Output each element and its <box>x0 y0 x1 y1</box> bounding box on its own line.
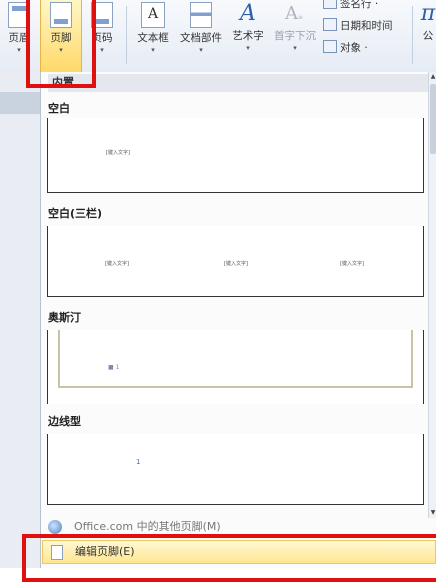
section-header-builtin: 内置 <box>48 74 432 92</box>
scroll-thumb[interactable] <box>430 84 436 154</box>
edit-footer-label: 编辑页脚(E) <box>75 545 135 558</box>
header-label: 页眉 <box>8 32 30 44</box>
date-time-button[interactable]: 日期和时间 <box>323 18 393 33</box>
template-name-austin: 奥斯汀 <box>48 311 81 324</box>
footer-icon <box>50 2 72 28</box>
page-number-text: 1 <box>136 458 141 466</box>
object-icon <box>323 40 337 53</box>
drop-cap-label: 首字下沉 <box>274 30 316 42</box>
drop-cap-button[interactable]: A≡ 首字下沉 ▾ <box>270 0 320 53</box>
header-button[interactable]: 页眉 ▾ <box>2 0 36 55</box>
template-name-sideline: 边线型 <box>48 415 81 428</box>
gallery-scrollbar[interactable]: ▲ ▼ <box>428 72 436 518</box>
placeholder-text: [键入文字] <box>224 261 248 267</box>
more-footers-label: Office.com 中的其他页脚(M) <box>74 520 221 533</box>
more-footers-office-item[interactable]: Office.com 中的其他页脚(M) <box>42 516 434 538</box>
chevron-down-icon: ▾ <box>17 46 21 54</box>
equation-button[interactable]: π 公 <box>418 0 436 43</box>
ribbon: 页眉 ▾ 页脚 ▾ 页码 ▾ A 文本框 ▾ 文档部件 ▾ A 艺术字 ▾ A≡… <box>0 0 436 73</box>
placeholder-text: [键入文字] <box>105 261 129 267</box>
edit-footer-icon <box>51 545 63 560</box>
quick-parts-button[interactable]: 文档部件 ▾ <box>176 0 226 55</box>
austin-frame <box>58 330 413 388</box>
calendar-icon <box>323 18 337 31</box>
page-number-icon <box>91 2 113 28</box>
page-number-text: ■ 1 <box>108 364 120 371</box>
object-button[interactable]: 对象 · <box>323 40 368 55</box>
chevron-down-icon: ▾ <box>293 44 297 52</box>
placeholder-text: [键入文字] <box>340 261 364 267</box>
drop-cap-icon: A≡ <box>285 3 304 24</box>
chevron-down-icon: ▾ <box>100 46 104 54</box>
wordart-label: 艺术字 <box>232 30 264 42</box>
group-separator <box>412 6 413 64</box>
placeholder-text: [键入文字] <box>106 150 130 156</box>
scroll-up-icon[interactable]: ▲ <box>429 72 436 82</box>
header-icon <box>8 2 30 28</box>
template-name-blank-three: 空白(三栏) <box>48 207 103 220</box>
template-blank-three-column[interactable]: [键入文字] [键入文字] [键入文字] <box>47 226 424 297</box>
office-globe-icon <box>48 520 62 534</box>
page-number-button[interactable]: 页码 ▾ <box>86 0 118 55</box>
template-sideline[interactable]: 1 <box>47 434 424 505</box>
template-name-blank: 空白 <box>48 102 70 115</box>
object-label: 对象 · <box>340 42 368 54</box>
chevron-down-icon: ▾ <box>199 46 203 54</box>
date-time-label: 日期和时间 <box>340 20 393 32</box>
wordart-icon: A <box>240 1 256 26</box>
text-box-icon: A <box>141 2 165 28</box>
signature-icon <box>323 0 337 9</box>
quick-parts-label: 文档部件 <box>180 32 222 44</box>
chevron-down-icon: ▾ <box>151 46 155 54</box>
equation-label: 公 <box>422 30 434 42</box>
footer-button[interactable]: 页脚 ▾ <box>40 0 82 73</box>
signature-line-label: 签名行 · <box>340 0 379 10</box>
footer-label: 页脚 <box>50 32 72 44</box>
template-blank[interactable]: [键入文字] <box>47 118 424 193</box>
group-separator <box>126 6 127 64</box>
chevron-down-icon: ▾ <box>246 44 250 52</box>
chevron-down-icon: ▾ <box>59 46 63 54</box>
wordart-button[interactable]: A 艺术字 ▾ <box>228 0 268 53</box>
signature-line-button[interactable]: 签名行 · <box>323 0 378 11</box>
page-number-label: 页码 <box>91 32 113 44</box>
template-austin[interactable]: ■ 1 <box>47 330 424 404</box>
document-area <box>0 72 40 568</box>
ruler-bar <box>0 92 40 114</box>
text-box-label: 文本框 <box>137 32 169 44</box>
pi-icon: π <box>420 1 436 26</box>
text-box-button[interactable]: A 文本框 ▾ <box>132 0 174 55</box>
quick-parts-icon <box>190 2 212 28</box>
edit-footer-item[interactable]: 编辑页脚(E) <box>42 540 436 564</box>
